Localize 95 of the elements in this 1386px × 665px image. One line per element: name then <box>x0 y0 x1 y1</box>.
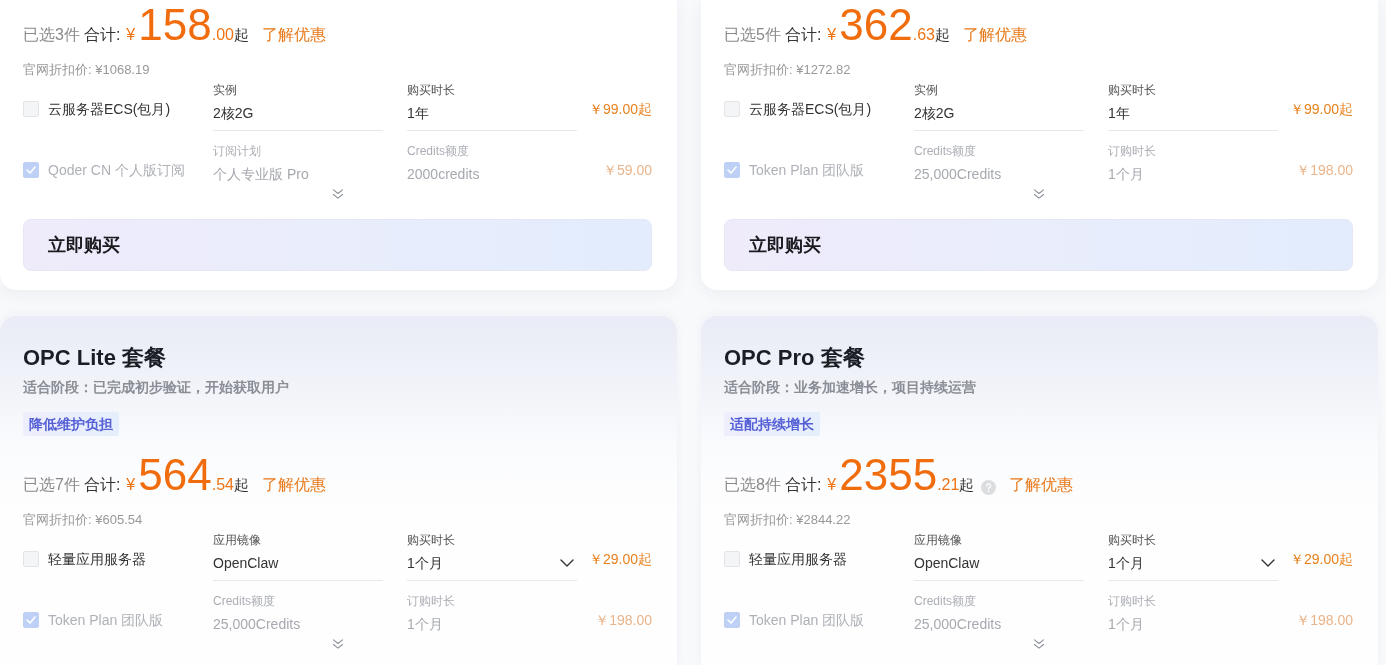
select-field[interactable]: 1年 <box>407 103 577 131</box>
list-price: 官网折扣价: ¥2844.22 <box>724 511 852 529</box>
selected-count: 已选8件 <box>724 475 781 495</box>
total-price-integer: 158 <box>138 0 212 50</box>
product-name: 轻量应用服务器 <box>48 550 146 569</box>
double-chevron-icon[interactable] <box>1032 189 1045 199</box>
feature-tag: 降低维护负担 <box>23 412 119 436</box>
field-label: 实例 <box>213 82 238 98</box>
selected-count: 已选3件 <box>23 25 80 45</box>
double-chevron-icon[interactable] <box>1032 639 1045 649</box>
offer-link[interactable]: 了解优惠 <box>261 460 326 510</box>
item-price: ￥198.00 <box>594 611 652 630</box>
item-price: ￥99.00起 <box>587 100 652 119</box>
checkmark-icon <box>26 616 36 624</box>
plan-stage-text: 适合阶段：业务加速增长，项目持续运营 <box>724 378 977 396</box>
total-label: 合计: <box>784 25 822 45</box>
total-price-decimal: .00 <box>211 25 234 45</box>
field-label: Credits额度 <box>914 593 977 609</box>
offer-link[interactable]: 了解优惠 <box>962 10 1027 60</box>
item-price: ￥59.00 <box>601 161 652 180</box>
selected-count: 已选5件 <box>724 25 781 45</box>
item-price: ￥29.00起 <box>587 550 652 569</box>
field-label: 应用镜像 <box>213 532 262 548</box>
product-name: Token Plan 团队版 <box>749 161 865 180</box>
total-price-integer: 362 <box>839 0 913 50</box>
total-label: 合计: <box>83 475 121 495</box>
buy-button[interactable]: 立即购买 <box>23 219 652 271</box>
offer-link[interactable]: 了解优惠 <box>1009 460 1074 510</box>
select-field[interactable]: 2核2G <box>914 103 1084 131</box>
total-price-integer: 2355 <box>839 450 938 500</box>
select-field[interactable]: OpenClaw <box>914 553 1084 581</box>
field-label: 购买时长 <box>407 82 456 98</box>
offer-link[interactable]: 了解优惠 <box>261 10 326 60</box>
double-chevron-icon[interactable] <box>331 639 344 649</box>
item-price: ￥198.00 <box>1295 161 1353 180</box>
field-label: Credits额度 <box>407 143 470 159</box>
item-price: ￥198.00 <box>1295 611 1353 630</box>
buy-button[interactable]: 立即购买 <box>724 219 1353 271</box>
total-label: 合计: <box>83 25 121 45</box>
select-field[interactable]: 1个月 <box>407 553 577 581</box>
item-price: ￥29.00起 <box>1288 550 1353 569</box>
field-label: 购买时长 <box>1108 82 1157 98</box>
total-price-decimal: .63 <box>912 25 935 45</box>
currency-symbol: ¥ <box>827 25 837 45</box>
select-field[interactable]: 2核2G <box>213 103 383 131</box>
currency-symbol: ¥ <box>126 475 136 495</box>
chevron-down-icon <box>1261 559 1275 567</box>
list-price: 官网折扣价: ¥1068.19 <box>23 61 151 79</box>
list-price: 官网折扣价: ¥605.54 <box>23 511 144 529</box>
checkbox[interactable] <box>23 551 39 567</box>
product-name: Token Plan 团队版 <box>749 611 865 630</box>
help-icon[interactable] <box>981 480 997 495</box>
field-label: 应用镜像 <box>914 532 963 548</box>
select-field[interactable]: OpenClaw <box>213 553 383 581</box>
plan-title: OPC Lite 套餐 <box>23 344 167 372</box>
product-name: 轻量应用服务器 <box>749 550 847 569</box>
price-suffix: 起 <box>934 25 950 45</box>
double-chevron-icon[interactable] <box>331 189 344 199</box>
checkbox[interactable] <box>724 101 740 117</box>
item-price: ￥99.00起 <box>1288 100 1353 119</box>
product-name: 云服务器ECS(包月) <box>749 100 872 119</box>
field-label: 订购时长 <box>407 593 456 609</box>
total-label: 合计: <box>784 475 822 495</box>
checkmark-icon <box>727 616 737 624</box>
total-price-decimal: .54 <box>211 475 234 495</box>
price-suffix: 起 <box>233 475 249 495</box>
plan-title: OPC Pro 套餐 <box>724 344 866 372</box>
field-label: 购买时长 <box>407 532 456 548</box>
product-name: Qoder CN 个人版订阅 <box>48 161 185 180</box>
price-suffix: 起 <box>233 25 249 45</box>
feature-tag: 适配持续增长 <box>724 412 820 436</box>
total-price-integer: 564 <box>138 450 212 500</box>
field-label: Credits额度 <box>914 143 977 159</box>
chevron-down-icon <box>560 559 574 567</box>
product-name: 云服务器ECS(包月) <box>48 100 171 119</box>
field-label: 购买时长 <box>1108 532 1157 548</box>
product-name: Token Plan 团队版 <box>48 611 164 630</box>
checkmark-icon <box>26 166 36 174</box>
field-label: 订阅计划 <box>213 143 262 159</box>
select-field[interactable]: 1个月 <box>1108 553 1278 581</box>
price-suffix: 起 <box>959 475 975 495</box>
currency-symbol: ¥ <box>126 25 136 45</box>
total-price-decimal: .21 <box>937 475 960 495</box>
field-label: Credits额度 <box>213 593 276 609</box>
list-price: 官网折扣价: ¥1272.82 <box>724 61 852 79</box>
currency-symbol: ¥ <box>827 475 837 495</box>
field-label: 订购时长 <box>1108 143 1157 159</box>
field-label: 订购时长 <box>1108 593 1157 609</box>
plan-stage-text: 适合阶段：已完成初步验证，开始获取用户 <box>23 378 290 396</box>
checkmark-icon <box>727 166 737 174</box>
checkbox[interactable] <box>724 551 740 567</box>
selected-count: 已选7件 <box>23 475 80 495</box>
select-field[interactable]: 1年 <box>1108 103 1278 131</box>
field-label: 实例 <box>914 82 939 98</box>
checkbox[interactable] <box>23 101 39 117</box>
